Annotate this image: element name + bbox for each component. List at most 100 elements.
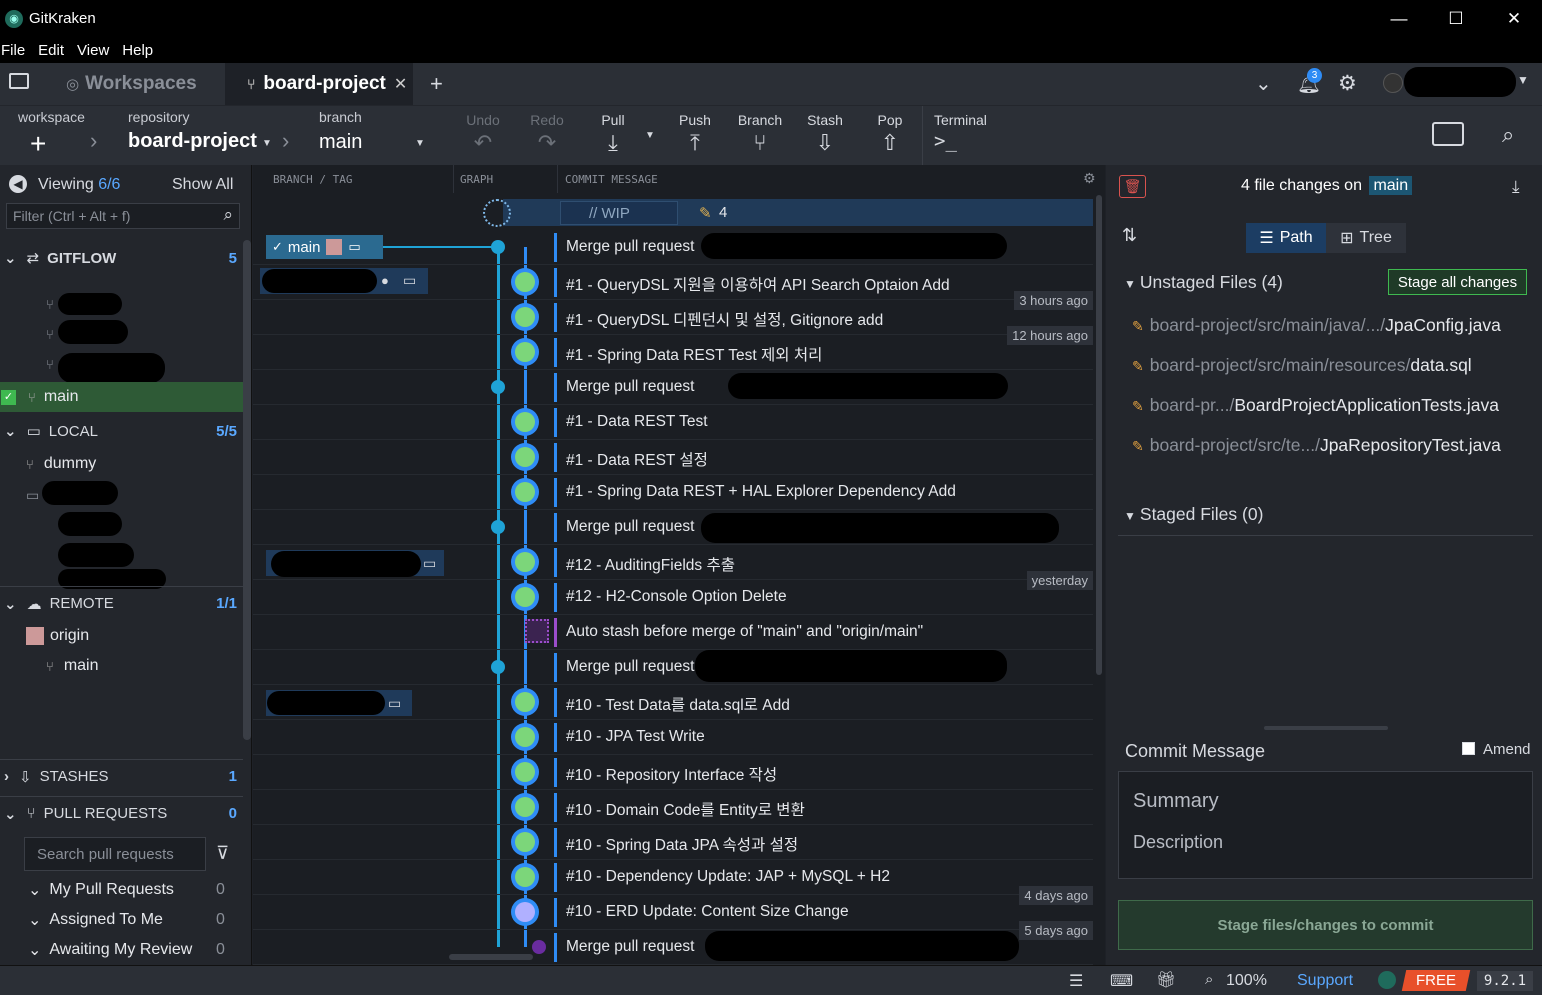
user-avatar[interactable] [1383, 73, 1403, 93]
unstaged-file-item[interactable]: ✎ board-project/src/main/java/.../JpaConf… [1132, 315, 1501, 336]
unstaged-file-item[interactable]: ✎ board-project/src/te.../JpaRepositoryTe… [1132, 435, 1501, 456]
branch-icon: ⑂ [46, 658, 54, 674]
pull-button[interactable]: Pull ⤓ [592, 112, 634, 156]
pop-button[interactable]: Pop ⇧ [870, 112, 910, 156]
chevron-down-icon[interactable]: ⌄ [1255, 71, 1272, 96]
profile-dropdown-icon[interactable]: ▼ [1517, 73, 1529, 87]
resize-handle[interactable] [1264, 726, 1388, 730]
column-header-branch-tag[interactable]: BRANCH / TAG [273, 165, 352, 193]
amend-checkbox[interactable] [1462, 742, 1475, 755]
sidebar-item-origin[interactable]: origin [0, 621, 243, 651]
support-link[interactable]: Support [1297, 972, 1353, 990]
repository-selector[interactable]: board-project [128, 130, 257, 153]
commit-row[interactable]: #1 - Data REST 설정 [253, 440, 1093, 475]
tab-board-project[interactable]: ⑂ board-project ✕ [225, 63, 413, 105]
commit-row[interactable]: #12 - H2-Console Option Delete yesterday [253, 571, 1093, 615]
commit-row[interactable]: #1 - Spring Data REST Test 제외 처리 12 hours… [253, 326, 1093, 370]
commit-row[interactable]: #10 - Domain Code를 Entity로 변환 [253, 790, 1093, 825]
gift-icon[interactable]: 🎁︎ [1156, 970, 1176, 990]
filter-pr-icon[interactable]: ⊽ [216, 843, 229, 864]
zoom-level[interactable]: 100% [1226, 972, 1267, 990]
section-remote[interactable]: ⌄ ☁ REMOTE 1/1 [0, 586, 243, 620]
stash-button[interactable]: Stash ⇩ [803, 112, 847, 156]
back-arrow-icon[interactable]: ◀ [9, 175, 27, 193]
sidebar-item-awaiting-my-review[interactable]: ⌄ Awaiting My Review 0 [0, 935, 243, 965]
commit-row[interactable]: #10 - Dependency Update: JAP + MySQL + H… [253, 860, 1093, 895]
menu-edit[interactable]: Edit [38, 42, 64, 59]
repository-dropdown-icon[interactable]: ▼ [262, 138, 272, 149]
graph-scrollbar[interactable] [1096, 195, 1102, 675]
section-pull-requests[interactable]: ⌄ ⑂ PULL REQUESTS 0 [0, 796, 243, 830]
minimize-button[interactable]: — [1370, 0, 1428, 37]
branch-button[interactable]: Branch ⑂ [735, 112, 785, 156]
commit-button[interactable]: Stage files/changes to commit [1118, 900, 1533, 950]
maximize-button[interactable]: ☐ [1427, 0, 1485, 37]
commit-row[interactable]: #12 - AuditingFields 추출 [253, 545, 1093, 580]
commit-row[interactable]: #1 - Data REST Test [253, 405, 1093, 440]
section-gitflow[interactable]: ⌄ ⇄ GITFLOW 5 [0, 241, 243, 275]
menu-file[interactable]: File [1, 42, 25, 59]
menu-help[interactable]: Help [122, 42, 153, 59]
folder-icon[interactable] [9, 73, 29, 89]
free-plan-badge[interactable]: FREE [1401, 970, 1471, 991]
sort-icon[interactable]: ⇅ [1122, 225, 1137, 246]
list-icon[interactable]: ☰ [1069, 971, 1083, 991]
column-header-graph[interactable]: GRAPH [460, 165, 493, 193]
sidebar-item-my-pull-requests[interactable]: ⌄ My Pull Requests 0 [0, 875, 243, 905]
zoom-icon[interactable]: ⌕ [1205, 971, 1213, 988]
sidebar-item-assigned-to-me[interactable]: ⌄ Assigned To Me 0 [0, 905, 243, 935]
stage-all-changes-button[interactable]: Stage all changes [1388, 269, 1527, 295]
undo-button[interactable]: Undo ↶ [462, 112, 504, 156]
unstaged-files-header[interactable]: ▼ Unstaged Files (4) [1124, 272, 1283, 293]
search-icon[interactable]: ⌕ [1502, 122, 1514, 148]
layout-toggle-icon[interactable] [1432, 122, 1464, 146]
branch-dropdown-icon[interactable]: ▼ [415, 138, 425, 149]
filter-input[interactable]: Filter (Ctrl + Alt + f) ⌕ [6, 203, 240, 229]
commit-row[interactable]: #10 - JPA Test Write [253, 720, 1093, 755]
sidebar-item-origin-main[interactable]: ⑂ main [0, 651, 243, 681]
wip-summary-input[interactable]: // WIP [560, 201, 678, 225]
left-scrollbar[interactable] [243, 240, 251, 740]
discard-changes-trash-icon[interactable]: 🗑︎ [1119, 175, 1146, 198]
commit-row[interactable]: #10 - Spring Data JPA 속성과 설정 [253, 825, 1093, 860]
commit-row[interactable]: #10 - Test Data를 data.sql로 Add [253, 685, 1093, 720]
close-tab-icon[interactable]: ✕ [394, 74, 407, 94]
list-icon: ☰ [1259, 230, 1274, 247]
unstaged-file-item[interactable]: ✎ board-project/src/main/resources/data.s… [1132, 355, 1472, 376]
branch-selector[interactable]: main [319, 131, 362, 154]
menu-view[interactable]: View [77, 42, 109, 59]
description-input[interactable]: Description [1133, 832, 1223, 853]
path-view-button[interactable]: ☰ Path [1246, 223, 1326, 253]
redo-button[interactable]: Redo ↷ [526, 112, 568, 156]
search-pull-requests-input[interactable]: Search pull requests [24, 837, 206, 871]
branch-icon: ⑂ [247, 76, 256, 92]
section-stashes[interactable]: › ⇩ STASHES 1 [0, 759, 243, 793]
new-tab-button[interactable]: + [430, 71, 443, 97]
tree-view-button[interactable]: ⊞ Tree [1326, 223, 1406, 253]
graph-horizontal-scrollbar[interactable] [449, 954, 533, 960]
push-button[interactable]: Push ⤒ [674, 112, 716, 156]
download-icon[interactable]: ⤓ [1512, 177, 1520, 197]
unstaged-file-item[interactable]: ✎ board-pr.../BoardProjectApplicationTest… [1132, 395, 1499, 416]
settings-gear-icon[interactable]: ⚙ [1338, 71, 1357, 96]
keyboard-icon[interactable]: ⌨ [1110, 971, 1133, 991]
column-header-commit-message[interactable]: COMMIT MESSAGE [565, 165, 658, 193]
close-window-button[interactable]: ✕ [1485, 0, 1542, 37]
show-all-button[interactable]: Show All [172, 176, 233, 194]
commit-row[interactable]: #10 - ERD Update: Content Size Change 4 d… [253, 886, 1093, 930]
pull-options-dropdown-icon[interactable]: ▼ [645, 130, 655, 141]
section-local[interactable]: ⌄ ▭ LOCAL 5/5 [0, 414, 243, 448]
graph-settings-icon[interactable]: ⚙ [1083, 170, 1096, 187]
commit-row[interactable]: #10 - Repository Interface 작성 [253, 755, 1093, 790]
add-workspace-button[interactable]: + [30, 128, 46, 160]
commit-row[interactable]: #1 - Spring Data REST + HAL Explorer Dep… [253, 475, 1093, 510]
staged-files-header[interactable]: ▼ Staged Files (0) [1124, 504, 1263, 525]
sidebar-item-main[interactable]: ✓ ⑂ main [0, 382, 243, 412]
sidebar-item-dummy[interactable]: ⑂ dummy [0, 449, 243, 479]
commit-row[interactable]: Auto stash before merge of "main" and "o… [253, 615, 1093, 650]
tab-workspaces[interactable]: ◎ Workspaces [36, 63, 222, 105]
commit-row[interactable]: #1 - QueryDSL 지원을 이용하여 API Search Optaio… [253, 265, 1093, 300]
summary-input[interactable]: Summary [1133, 790, 1219, 813]
commit-row[interactable]: #1 - QueryDSL 디펜던시 및 설정, Gitignore add 3 … [253, 291, 1093, 335]
terminal-button[interactable]: Terminal >_ [934, 112, 992, 152]
